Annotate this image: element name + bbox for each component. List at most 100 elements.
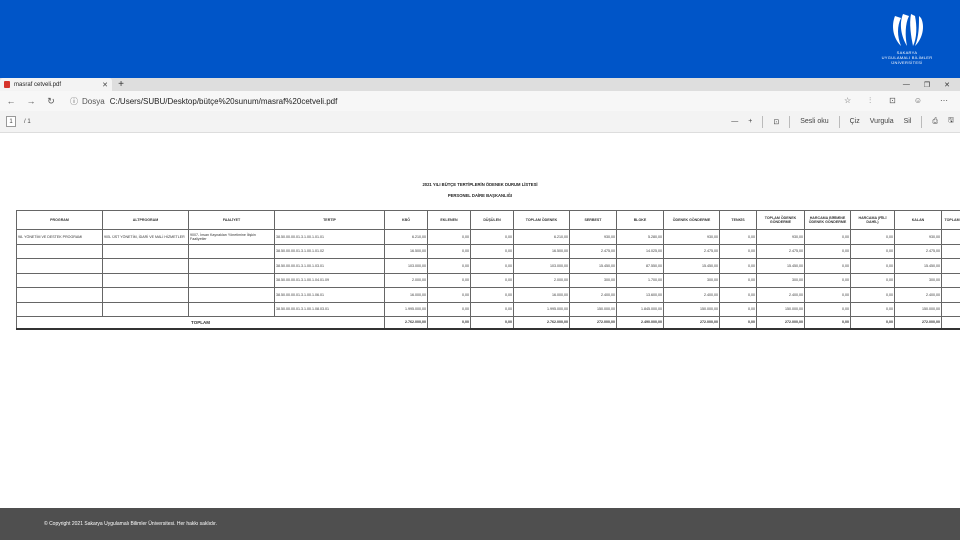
zoom-in-button[interactable]: + (748, 118, 752, 125)
value-cell: 0,00 (470, 258, 514, 274)
total-value-cell: 2.762.000,00 (513, 316, 570, 330)
table-row: 38.50.00.00.01.3.1.00.1.08.03.01 1.995.00… (16, 301, 960, 317)
altprogram-cell (102, 301, 189, 317)
faaliyet-cell (188, 243, 275, 259)
table-row: 38.50.00.00.01.3.1.00.1.04.01.09 2.000,00… (16, 272, 960, 288)
address-bar-icons: ☆ ⫶ ⊡ ☺ ⋯ (844, 96, 954, 106)
value-cell: 1.995.000,00 (513, 301, 570, 317)
page-number-input[interactable]: 1 (6, 116, 16, 127)
total-value-cell: 0,00 (719, 316, 757, 330)
faaliyet-cell (188, 287, 275, 303)
col-header: BLOKE (616, 210, 664, 230)
program-cell (16, 287, 103, 303)
col-header: FAALİYET (188, 210, 275, 230)
address-bar: ← → ↻ ⓘ Dosya C:/Users/SUBU/Desktop/bütç… (0, 91, 960, 111)
profile-icon[interactable]: ☺ (914, 96, 922, 106)
tab-close-icon[interactable]: ✕ (102, 81, 108, 89)
zoom-out-button[interactable]: — (731, 118, 738, 125)
value-cell: 300,00 (894, 272, 942, 288)
url-input[interactable]: ⓘ Dosya C:/Users/SUBU/Desktop/bütçe%20su… (66, 94, 646, 109)
site-info-icon[interactable]: ⓘ (70, 96, 78, 107)
value-cell: 0,00 (719, 272, 757, 288)
highlight-button[interactable]: Vurgula (870, 118, 894, 125)
tertip-cell: 38.50.00.00.01.3.1.00.1.08.03.01 (274, 301, 385, 317)
col-header: SERBEST (569, 210, 617, 230)
value-cell: 0,00 (850, 287, 895, 303)
tab-bar: masraf cetveli.pdf ✕ + — ❐ ✕ (0, 78, 960, 91)
copyright-text: © Copyright 2021 Sakarya Uygulamalı Bili… (44, 521, 217, 527)
fit-page-icon[interactable]: ⊡ (773, 118, 779, 126)
value-cell: 13.600,00 (616, 287, 664, 303)
value-cell: 103.000,00 (513, 258, 570, 274)
read-aloud-button[interactable]: Sesli oku (800, 118, 828, 125)
total-value-cell: 0,00 (427, 316, 471, 330)
toolbar-divider (838, 115, 840, 128)
value-cell: 0,00 (804, 287, 851, 303)
value-cell: 0,00 (427, 258, 471, 274)
value-cell: 0,00 (850, 229, 895, 245)
value-cell: 0,00 (470, 229, 514, 245)
table-header-row: PROGRAM ALTPROGRAM FAALİYET TERTİP KBÖ E… (16, 210, 960, 230)
value-cell: 0,00 (719, 243, 757, 259)
col-header: TOPLAM ÖDENEK HARCAMA (941, 210, 960, 230)
value-cell: 300,00 (569, 272, 617, 288)
split-screen-icon[interactable]: ⫶ (869, 96, 871, 106)
value-cell: 15.450,00 (894, 258, 942, 274)
value-cell: 2.475,00 (569, 243, 617, 259)
table-row: 38.50.00.00.01.3.1.00.1.06.01 16.000,00 0,… (16, 287, 960, 303)
faaliyet-cell (188, 301, 275, 317)
minimize-button[interactable]: — (903, 81, 910, 88)
reload-button[interactable]: ↻ (46, 96, 56, 107)
url-protocol: Dosya (82, 96, 105, 106)
total-value-cell: 0,00 (470, 316, 514, 330)
close-window-button[interactable]: ✕ (944, 81, 950, 89)
value-cell: 150.000,00 (894, 301, 942, 317)
value-cell: 16.000,00 (941, 287, 960, 303)
maximize-button[interactable]: ❐ (924, 81, 930, 89)
window-controls: — ❐ ✕ (903, 78, 950, 91)
altprogram-cell (102, 287, 189, 303)
print-icon[interactable]: ⎙ (932, 118, 938, 126)
value-cell: 0,00 (427, 301, 471, 317)
more-menu-icon[interactable]: ⋯ (940, 96, 948, 106)
faaliyet-cell: 9007- İnsan Kaynakları Yönetimine İlişki… (188, 229, 275, 245)
logo-emblem-icon (893, 14, 923, 46)
col-header: DÜŞÜLEN (470, 210, 514, 230)
save-icon[interactable]: 🖫 (948, 116, 954, 127)
value-cell: 2.475,00 (894, 243, 942, 259)
forward-button[interactable]: → (26, 96, 36, 106)
value-cell: 0,00 (850, 243, 895, 259)
value-cell: 5.280,00 (616, 229, 664, 245)
col-header: KALAN (894, 210, 942, 230)
draw-button[interactable]: Çiz (850, 118, 860, 125)
tab-pdf[interactable]: masraf cetveli.pdf ✕ (0, 78, 112, 91)
tertip-cell: 38.50.00.00.01.3.1.00.1.01.01 (274, 229, 385, 245)
favorite-icon[interactable]: ☆ (844, 96, 851, 106)
back-button[interactable]: ← (6, 96, 16, 106)
total-label: TOPLAM (16, 316, 385, 330)
value-cell: 0,00 (470, 287, 514, 303)
value-cell: 103.000,00 (941, 258, 960, 274)
budget-table: PROGRAM ALTPROGRAM FAALİYET TERTİP KBÖ E… (16, 210, 960, 330)
value-cell: 0,00 (427, 229, 471, 245)
erase-button[interactable]: Sil (904, 118, 912, 125)
value-cell: 150.000,00 (569, 301, 617, 317)
total-row: TOPLAM 2.762.000,00 0,00 0,00 2.762.000,00 27… (16, 316, 960, 330)
value-cell: 0,00 (850, 272, 895, 288)
faaliyet-cell (188, 258, 275, 274)
value-cell: 2.400,00 (569, 287, 617, 303)
value-cell: 16.000,00 (384, 287, 428, 303)
value-cell: 0,00 (804, 243, 851, 259)
pdf-tools: — + ⊡ Sesli oku Çiz Vurgula Sil ⎙ 🖫 (731, 115, 954, 128)
tertip-cell: 38.50.00.00.01.3.1.00.1.06.01 (274, 287, 385, 303)
value-cell: 6.210,00 (384, 229, 428, 245)
faaliyet-cell (188, 272, 275, 288)
col-header: TOPLAM ÖDENEK GÖNDERME (756, 210, 805, 230)
value-cell: 103.000,00 (384, 258, 428, 274)
col-header: ALTPROGRAM (102, 210, 189, 230)
value-cell: 150.000,00 (756, 301, 805, 317)
pdf-file-icon (4, 81, 10, 88)
collections-icon[interactable]: ⊡ (889, 96, 896, 106)
value-cell: 0,00 (850, 301, 895, 317)
new-tab-button[interactable]: + (114, 79, 128, 90)
